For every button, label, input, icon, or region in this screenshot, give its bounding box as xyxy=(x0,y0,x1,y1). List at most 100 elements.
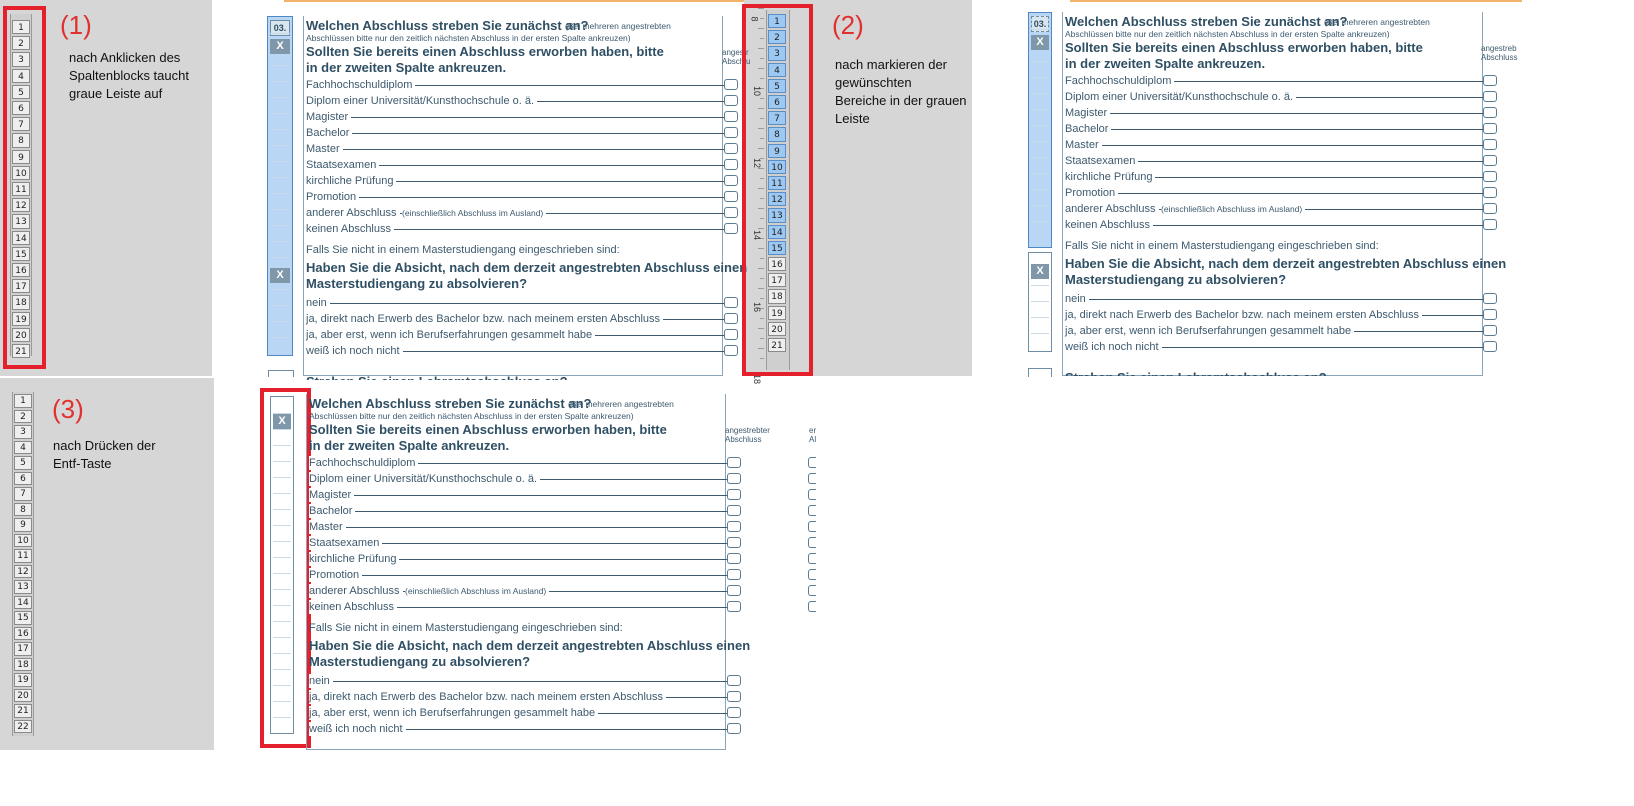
answer-checkbox[interactable] xyxy=(724,127,738,138)
answer-checkbox[interactable] xyxy=(1483,91,1497,102)
answer-checkbox[interactable] xyxy=(724,297,738,308)
answer-checkbox[interactable] xyxy=(1483,341,1497,352)
ruler-row-number[interactable]: 2 xyxy=(14,409,32,423)
answer-checkbox-second-column[interactable] xyxy=(808,505,816,516)
ruler-row-number[interactable]: 22 xyxy=(14,719,32,733)
answer-checkbox[interactable] xyxy=(727,675,741,686)
answer-checkbox-second-column[interactable] xyxy=(808,537,816,548)
answer-checkbox-second-column[interactable] xyxy=(808,457,816,468)
answer-checkbox[interactable] xyxy=(724,191,738,202)
answer-checkbox[interactable] xyxy=(724,111,738,122)
answer-checkbox[interactable] xyxy=(727,723,741,734)
answer-checkbox-second-column[interactable] xyxy=(808,601,816,612)
ruler-row-number[interactable]: 4 xyxy=(14,440,32,454)
ruler-row-number[interactable]: 1 xyxy=(14,394,32,408)
ruler-row-number[interactable]: 11 xyxy=(14,549,32,563)
question-instruction: Sollten Sie bereits einen Abschluss erwo… xyxy=(306,44,664,59)
answer-checkbox-second-column[interactable] xyxy=(808,585,816,596)
column-header: angestrebter xyxy=(725,426,770,435)
ruler-row-number[interactable]: 13 xyxy=(14,580,32,594)
step-3-label: (3) xyxy=(52,394,84,424)
answer-label: keinen Abschluss xyxy=(306,222,394,236)
answer-label: ja, direkt nach Erwerb des Bachelor bzw.… xyxy=(1065,308,1423,322)
answer-checkbox[interactable] xyxy=(724,143,738,154)
note-line: Leiste xyxy=(835,111,870,126)
ruler-row-number[interactable]: 3 xyxy=(14,425,32,439)
answer-option: ja, aber erst, wenn ich Berufserfahrunge… xyxy=(306,328,724,342)
ruler-row-number[interactable]: 20 xyxy=(14,688,32,702)
answer-checkbox[interactable] xyxy=(724,95,738,106)
answer-label: Promotion xyxy=(306,190,360,204)
column-block-selected[interactable]: 03. XX xyxy=(267,16,293,356)
answer-checkbox[interactable] xyxy=(727,521,741,532)
answer-checkbox[interactable] xyxy=(724,223,738,234)
leader-line xyxy=(1065,193,1483,194)
answer-checkbox[interactable] xyxy=(727,569,741,580)
answer-checkbox-second-column[interactable] xyxy=(808,553,816,564)
answer-checkbox[interactable] xyxy=(1483,219,1497,230)
question-instruction: in der zweiten Spalte ankreuzen. xyxy=(306,60,507,75)
ruler-row-number[interactable]: 21 xyxy=(14,704,32,718)
ruler-row-number[interactable]: 5 xyxy=(14,456,32,470)
answer-checkbox[interactable] xyxy=(1483,123,1497,134)
ruler-row-number[interactable]: 10 xyxy=(14,533,32,547)
answer-checkbox[interactable] xyxy=(727,691,741,702)
strip-cell xyxy=(270,337,290,338)
strip-cell xyxy=(1031,141,1049,142)
answer-checkbox[interactable] xyxy=(727,473,741,484)
answer-label: ja, aber erst, wenn ich Berufserfahrunge… xyxy=(1065,324,1355,338)
answer-checkbox-second-column[interactable] xyxy=(808,521,816,532)
answer-checkbox-second-column[interactable] xyxy=(808,569,816,580)
answer-checkbox[interactable] xyxy=(727,537,741,548)
answer-checkbox[interactable] xyxy=(727,457,741,468)
answer-checkbox[interactable] xyxy=(1483,155,1497,166)
answer-checkbox[interactable] xyxy=(727,601,741,612)
answer-checkbox[interactable] xyxy=(724,79,738,90)
ruler-row-number[interactable]: 8 xyxy=(14,502,32,516)
answer-checkbox[interactable] xyxy=(1483,293,1497,304)
answer-checkbox[interactable] xyxy=(1483,203,1497,214)
column-block-partially-selected[interactable]: 03. X xyxy=(1028,12,1052,248)
answer-checkbox[interactable] xyxy=(727,489,741,500)
ruler-row-number[interactable]: 19 xyxy=(14,673,32,687)
answer-checkbox[interactable] xyxy=(1483,139,1497,150)
row-ruler-3[interactable]: 1 2 3 4 5 6 7 8 9 10 11 12 13 14 15 16 17 18 19 20 21 22 xyxy=(12,392,34,736)
answer-checkbox[interactable] xyxy=(727,585,741,596)
ruler-row-number[interactable]: 6 xyxy=(14,471,32,485)
ruler-row-number[interactable]: 18 xyxy=(14,657,32,671)
answer-checkbox[interactable] xyxy=(727,505,741,516)
question-title: Haben Sie die Absicht, nach dem derzeit … xyxy=(309,638,751,653)
answer-checkbox[interactable] xyxy=(1483,171,1497,182)
ruler-row-number[interactable]: 17 xyxy=(14,642,32,656)
answer-checkbox[interactable] xyxy=(724,313,738,324)
ruler-row-number[interactable]: 16 xyxy=(14,626,32,640)
answer-checkbox[interactable] xyxy=(727,553,741,564)
answer-checkbox-second-column[interactable] xyxy=(808,473,816,484)
answer-checkbox[interactable] xyxy=(727,707,741,718)
leader-line xyxy=(306,117,724,118)
ruler-row-number[interactable]: 14 xyxy=(14,595,32,609)
answer-checkbox[interactable] xyxy=(724,175,738,186)
highlight-frame-1 xyxy=(3,6,46,369)
answer-checkbox[interactable] xyxy=(1483,75,1497,86)
answer-option: Staatsexamen xyxy=(309,536,727,550)
column-header: Abschluss xyxy=(725,435,762,444)
note-line: graue Leiste auf xyxy=(69,86,163,101)
answer-checkbox[interactable] xyxy=(724,329,738,340)
answer-label: Diplom einer Universität/Kunsthochschule… xyxy=(1065,90,1297,104)
answer-checkbox[interactable] xyxy=(724,207,738,218)
answer-checkbox[interactable] xyxy=(724,159,738,170)
ruler-row-number[interactable]: 7 xyxy=(14,487,32,501)
answer-checkbox[interactable] xyxy=(724,345,738,356)
answer-checkbox[interactable] xyxy=(1483,325,1497,336)
answer-checkbox-second-column[interactable] xyxy=(808,489,816,500)
ruler-row-number[interactable]: 12 xyxy=(14,564,32,578)
answer-checkbox[interactable] xyxy=(1483,107,1497,118)
answer-checkbox[interactable] xyxy=(1483,187,1497,198)
answer-checkbox[interactable] xyxy=(1483,309,1497,320)
column-block-lower[interactable]: X xyxy=(1028,252,1052,352)
ruler-row-number[interactable]: 15 xyxy=(14,611,32,625)
answer-label: Staatsexamen xyxy=(1065,154,1139,168)
leader-line xyxy=(306,149,724,150)
ruler-row-number[interactable]: 9 xyxy=(14,518,32,532)
